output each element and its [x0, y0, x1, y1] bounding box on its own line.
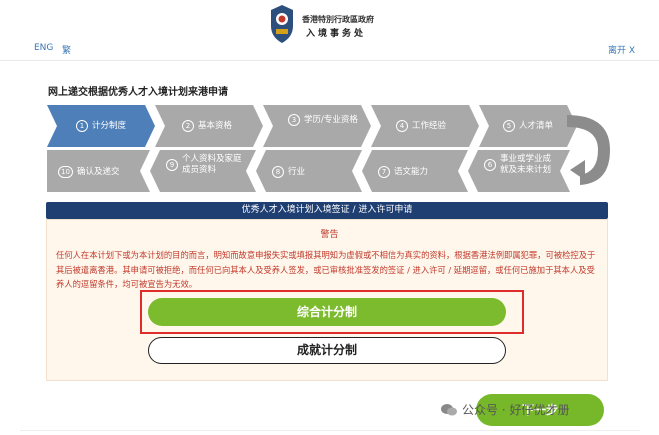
step-number: 2	[182, 120, 194, 132]
form-banner: 优秀人才入境计划入境签证 / 进入许可申请	[46, 202, 608, 219]
step-label: 计分制度	[92, 120, 127, 131]
step-10[interactable]: 10 确认及递交	[58, 166, 120, 178]
step-7[interactable]: 7 语文能力	[378, 166, 428, 178]
step-1[interactable]: 1 计分制度	[76, 120, 126, 132]
step-shape-3	[263, 105, 371, 147]
step-number: 6	[484, 159, 496, 171]
step-number: 10	[58, 166, 73, 178]
step-number: 3	[288, 114, 300, 126]
wechat-icon	[441, 403, 457, 415]
step-label: 基本资格	[198, 120, 233, 131]
step-6[interactable]: 6 事业或学业成就及未来计划	[484, 154, 556, 176]
achievement-based-test-button[interactable]: 成就计分制	[148, 337, 506, 364]
step-label: 人才清单	[519, 120, 554, 131]
warning-title: 警告	[320, 230, 339, 240]
watermark-text: 公众号 · 好仔优才册	[462, 403, 570, 417]
step-label: 个人资料及家庭成员资料	[182, 154, 242, 175]
step-number: 9	[166, 159, 178, 171]
step-8[interactable]: 8 行业	[272, 166, 305, 178]
step-uturn-connector	[567, 115, 610, 185]
step-3[interactable]: 3 学历/专业资格	[288, 114, 360, 126]
general-points-test-button[interactable]: 综合计分制	[148, 298, 506, 326]
step-number: 8	[272, 166, 284, 178]
step-label: 语文能力	[394, 166, 429, 177]
step-number: 5	[503, 120, 515, 132]
watermark: 公众号 · 好仔优才册	[440, 401, 569, 418]
step-label: 确认及递交	[77, 166, 120, 177]
step-9[interactable]: 9 个人资料及家庭成员资料	[166, 154, 244, 176]
step-label: 行业	[288, 166, 306, 177]
step-number: 7	[378, 166, 390, 178]
step-5[interactable]: 5 人才清单	[503, 120, 553, 132]
step-label: 事业或学业成就及未来计划	[500, 154, 552, 175]
step-label: 学历/专业资格	[304, 114, 358, 125]
step-2[interactable]: 2 基本资格	[182, 120, 232, 132]
step-4[interactable]: 4 工作经验	[396, 120, 446, 132]
footer-divider	[20, 430, 640, 431]
step-label: 工作经验	[412, 120, 447, 131]
step-number: 4	[396, 120, 408, 132]
step-number: 1	[76, 120, 88, 132]
warning-text: 任何人在本计划下或为本计划的目的而言，明知而故意申报失实或填报其明知为虚假或不相…	[56, 250, 596, 289]
step-uturn-arrowhead	[570, 160, 585, 180]
